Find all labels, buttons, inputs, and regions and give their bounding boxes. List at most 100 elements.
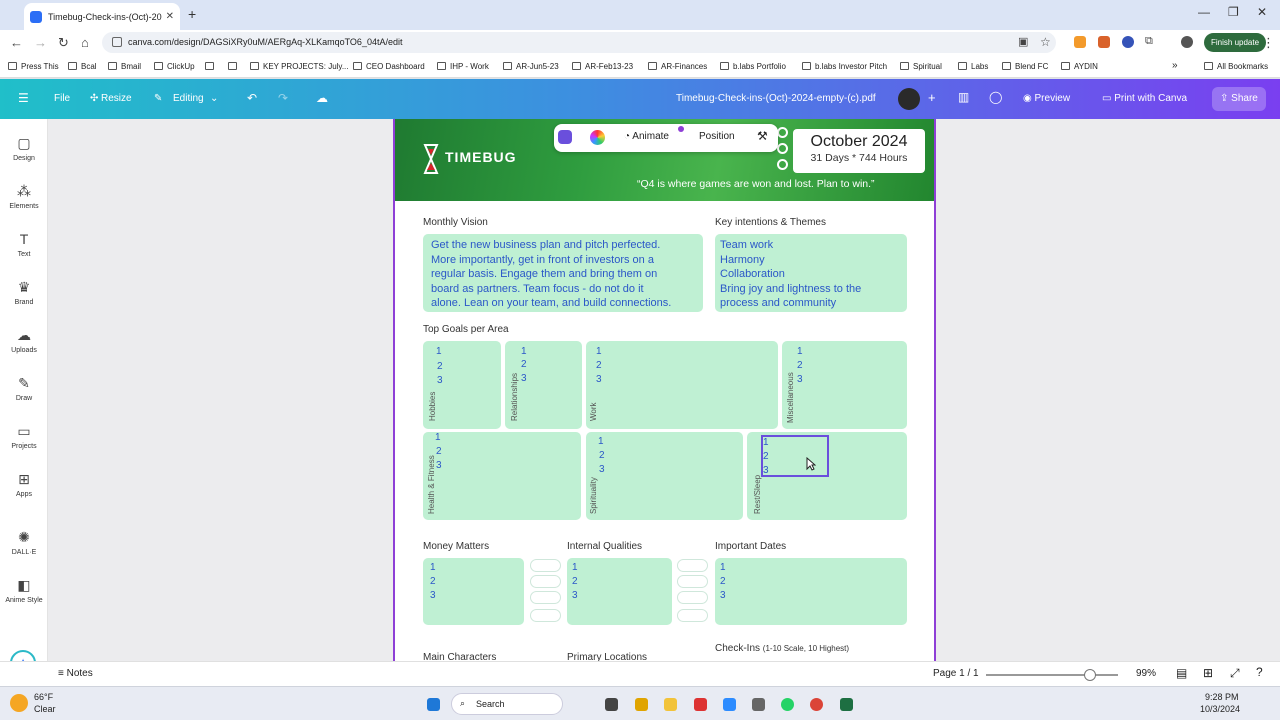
check-ins-title[interactable]: Check-Ins (1-10 Scale, 10 Highest) bbox=[715, 643, 849, 654]
bookmark-item[interactable]: AYDIN bbox=[1061, 62, 1098, 71]
goal-box-relationships[interactable]: Relationships 1 2 3 bbox=[505, 341, 582, 429]
checkbox-pill[interactable] bbox=[530, 575, 561, 588]
checkbox-pill[interactable] bbox=[530, 559, 561, 572]
intentions-box[interactable]: Team work Harmony Collaboration Bring jo… bbox=[715, 234, 907, 312]
bookmark-item[interactable]: KEY PROJECTS: July... bbox=[250, 62, 349, 71]
bookmark-item[interactable]: Press This bbox=[8, 62, 59, 71]
main-characters-title[interactable]: Main Characters bbox=[423, 652, 496, 661]
sidebar-item-dalle[interactable]: ✺ DALL·E bbox=[0, 529, 48, 556]
menu-dots-icon[interactable]: ⋮ bbox=[1262, 35, 1275, 51]
sidebar-item-apps[interactable]: ⊞ Apps bbox=[0, 471, 48, 498]
site-info-icon[interactable] bbox=[112, 37, 122, 47]
internal-qualities-box[interactable]: 1 2 3 bbox=[567, 558, 672, 625]
profile-avatar[interactable] bbox=[1181, 36, 1193, 48]
important-dates-box[interactable]: 1 2 3 bbox=[715, 558, 907, 625]
goal-box-spirituality[interactable]: Spirituality 1 2 3 bbox=[586, 432, 743, 520]
goal-box-rest-sleep[interactable]: Rest/Sleep 1 2 3 bbox=[747, 432, 907, 520]
sidebar-item-brand[interactable]: ♛ Brand bbox=[0, 279, 48, 306]
bookmark-item[interactable]: AR-Feb13-23 bbox=[572, 62, 633, 71]
checkbox-pill[interactable] bbox=[530, 609, 561, 622]
monthly-vision-box[interactable]: Get the new business plan and pitch perf… bbox=[423, 234, 703, 312]
zoom-slider[interactable] bbox=[986, 669, 1118, 681]
monthly-vision-text[interactable]: Get the new business plan and pitch perf… bbox=[431, 238, 671, 311]
date-box[interactable]: October 2024 31 Days * 744 Hours bbox=[793, 129, 925, 173]
bookmark-item[interactable]: b.labs Investor Pitch bbox=[802, 62, 887, 71]
quote-text[interactable]: “Q4 is where games are won and lost. Pla… bbox=[637, 178, 875, 190]
intentions-title[interactable]: Key intentions & Themes bbox=[715, 217, 826, 228]
bookmark-item[interactable]: ClickUp bbox=[154, 62, 195, 71]
minimize-icon[interactable]: — bbox=[1198, 5, 1210, 19]
magic-icon[interactable] bbox=[558, 130, 572, 144]
top-goals-title[interactable]: Top Goals per Area bbox=[423, 324, 509, 335]
app-icon[interactable] bbox=[635, 698, 648, 711]
address-bar[interactable]: canva.com/design/DAGSiXRy0uM/AERgAq-XLKa… bbox=[102, 32, 1056, 53]
sidebar-item-elements[interactable]: ⁂ Elements bbox=[0, 183, 48, 210]
app-icon[interactable] bbox=[752, 698, 765, 711]
important-dates-title[interactable]: Important Dates bbox=[715, 541, 786, 552]
app-icon[interactable] bbox=[694, 698, 707, 711]
zoom-level[interactable]: 99% bbox=[1136, 668, 1156, 679]
sidebar-item-anime-style[interactable]: ◧ Anime Style bbox=[0, 577, 48, 604]
redo-icon[interactable]: ↷ bbox=[278, 91, 288, 105]
checkbox-pill[interactable] bbox=[677, 575, 708, 588]
internal-qualities-title[interactable]: Internal Qualities bbox=[567, 541, 642, 552]
windows-start-icon[interactable] bbox=[427, 698, 440, 711]
resize-button[interactable]: Resize bbox=[101, 93, 132, 104]
bookmark-item[interactable]: Bmail bbox=[108, 62, 141, 71]
hamburger-menu-icon[interactable]: ☰ bbox=[18, 91, 29, 105]
money-matters-box[interactable]: 1 2 3 bbox=[423, 558, 524, 625]
extensions-puzzle-icon[interactable]: ⧉ bbox=[1145, 35, 1153, 48]
goal-box-hobbies[interactable]: Hobbies 1 2 3 bbox=[423, 341, 501, 429]
editing-mode-dropdown[interactable]: Editing bbox=[173, 93, 204, 104]
chrome-icon[interactable] bbox=[810, 698, 823, 711]
clock-date[interactable]: 10/3/2024 bbox=[1200, 704, 1240, 714]
animate-button[interactable]: ◔ Animate bbox=[624, 131, 669, 142]
money-matters-title[interactable]: Money Matters bbox=[423, 541, 489, 552]
close-tab-icon[interactable]: ✕ bbox=[166, 11, 174, 22]
checkbox-pill[interactable] bbox=[677, 591, 708, 604]
whatsapp-icon[interactable] bbox=[781, 698, 794, 711]
undo-icon[interactable]: ↶ bbox=[247, 91, 257, 105]
notes-button[interactable]: ≡ Notes bbox=[58, 668, 93, 679]
sidebar-item-projects[interactable]: ▭ Projects bbox=[0, 423, 48, 450]
new-tab-icon[interactable]: + bbox=[188, 6, 196, 22]
browser-tab[interactable]: Timebug-Check-ins-(Oct)-2024 ✕ bbox=[24, 3, 180, 30]
bookmark-item[interactable]: b.labs Portfolio bbox=[720, 62, 786, 71]
reload-icon[interactable]: ↻ bbox=[58, 35, 69, 51]
clock-time[interactable]: 9:28 PM bbox=[1205, 692, 1239, 702]
cloud-saved-icon[interactable]: ☁ bbox=[316, 91, 328, 105]
goal-box-health-fitness[interactable]: Health & Fitness 1 2 3 bbox=[423, 432, 581, 520]
restore-icon[interactable]: ❐ bbox=[1228, 5, 1239, 19]
zoom-slider-handle[interactable] bbox=[1084, 669, 1097, 681]
sidebar-item-text[interactable]: T Text bbox=[0, 231, 48, 258]
file-menu[interactable]: File bbox=[54, 93, 70, 104]
extension-icon[interactable] bbox=[1074, 36, 1086, 48]
pages-icon[interactable]: ⊞ bbox=[1203, 666, 1213, 680]
document-title[interactable]: Timebug-Check-ins-(Oct)-2024-empty-(c).p… bbox=[676, 93, 876, 104]
sidebar-item-draw[interactable]: ✎ Draw bbox=[0, 375, 48, 402]
weather-icon[interactable] bbox=[10, 694, 28, 712]
bookmark-item[interactable]: AR-Jun5-23 bbox=[503, 62, 559, 71]
primary-locations-title[interactable]: Primary Locations bbox=[567, 652, 647, 661]
bookmark-item[interactable]: CEO Dashboard bbox=[353, 62, 425, 71]
bookmark-item[interactable]: Spiritual bbox=[900, 62, 942, 71]
extension-icon[interactable] bbox=[1122, 36, 1134, 48]
back-icon[interactable]: ← bbox=[10, 35, 23, 50]
metamask-icon[interactable] bbox=[1098, 36, 1110, 48]
cast-icon[interactable]: ▣ bbox=[1018, 35, 1028, 48]
bookmark-item[interactable]: AR-Finances bbox=[648, 62, 707, 71]
checkbox-pill[interactable] bbox=[677, 559, 708, 572]
bookmark-item[interactable]: Bcal bbox=[68, 62, 97, 71]
bookmark-item[interactable]: Blend FC bbox=[1002, 62, 1048, 71]
comment-icon[interactable]: ◯ bbox=[989, 90, 1002, 104]
file-explorer-icon[interactable] bbox=[664, 698, 677, 711]
zoom-app-icon[interactable] bbox=[723, 698, 736, 711]
close-window-icon[interactable]: ✕ bbox=[1257, 5, 1267, 19]
checkbox-pill[interactable] bbox=[530, 591, 561, 604]
checkbox-pill[interactable] bbox=[677, 609, 708, 622]
avatar[interactable] bbox=[898, 88, 920, 110]
taskbar-search[interactable]: ⌕ Search bbox=[451, 693, 563, 715]
selected-text-box[interactable]: 1 2 3 bbox=[761, 435, 829, 477]
sidebar-item-uploads[interactable]: ☁ Uploads bbox=[0, 327, 48, 354]
preview-button[interactable]: ◉ Preview bbox=[1015, 87, 1078, 111]
